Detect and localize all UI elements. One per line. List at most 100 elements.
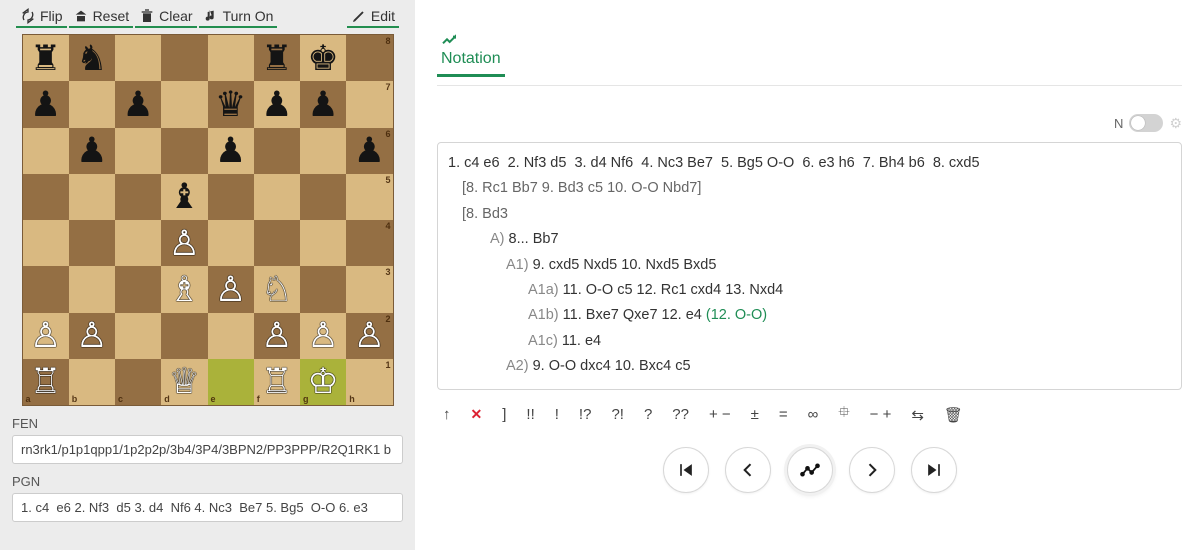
- turn-on-button[interactable]: Turn On: [199, 6, 278, 28]
- notation-main-line[interactable]: 1.c4e6 2.Nf3d5 3.d4Nf6 4.Nc3Be7 5.Bg5O-O…: [448, 151, 1171, 176]
- notation-variation[interactable]: A2) 9. O-O dxc4 10. Bxc4 c5: [448, 354, 1171, 379]
- square-e7[interactable]: ♛: [208, 81, 254, 127]
- piece-wK[interactable]: ♔: [307, 364, 338, 399]
- square-d3[interactable]: ♗: [161, 266, 207, 312]
- square-b1[interactable]: b: [69, 359, 115, 405]
- square-b3[interactable]: [69, 266, 115, 312]
- piece-bP[interactable]: ♟: [261, 87, 292, 122]
- square-a2[interactable]: ♙: [23, 313, 69, 359]
- brilliant-button[interactable]: !!: [526, 406, 534, 423]
- piece-bR[interactable]: ♜: [30, 41, 61, 76]
- piece-wQ[interactable]: ♕: [169, 364, 200, 399]
- square-g3[interactable]: [300, 266, 346, 312]
- square-e2[interactable]: [208, 313, 254, 359]
- piece-wP[interactable]: ♙: [307, 318, 338, 353]
- piece-bB[interactable]: ♝: [169, 179, 200, 214]
- square-h4[interactable]: 4: [346, 220, 392, 266]
- square-h1[interactable]: 1h: [346, 359, 392, 405]
- square-h3[interactable]: 3: [346, 266, 392, 312]
- square-c2[interactable]: [115, 313, 161, 359]
- square-e3[interactable]: ♙: [208, 266, 254, 312]
- square-g2[interactable]: ♙: [300, 313, 346, 359]
- next-move-button[interactable]: [849, 447, 895, 493]
- piece-wP[interactable]: ♙: [215, 272, 246, 307]
- square-g6[interactable]: [300, 128, 346, 174]
- variation-tree-button[interactable]: [787, 447, 833, 493]
- notation-variation[interactable]: A1a) 11. O-O c5 12. Rc1 cxd4 13. Nxd4: [448, 278, 1171, 303]
- square-e8[interactable]: [208, 35, 254, 81]
- square-b2[interactable]: ♙: [69, 313, 115, 359]
- square-e6[interactable]: ♟: [208, 128, 254, 174]
- square-d8[interactable]: [161, 35, 207, 81]
- dubious-button[interactable]: ?!: [611, 406, 624, 423]
- square-d7[interactable]: [161, 81, 207, 127]
- piece-wP[interactable]: ♙: [354, 318, 385, 353]
- square-a7[interactable]: ♟: [23, 81, 69, 127]
- square-b5[interactable]: [69, 174, 115, 220]
- equal-button[interactable]: =: [779, 406, 788, 423]
- piece-wR[interactable]: ♖: [30, 364, 61, 399]
- tab-notation[interactable]: Notation: [437, 30, 505, 77]
- notation-variation[interactable]: A1) 9. cxd5 Nxd5 10. Nxd5 Bxd5: [448, 253, 1171, 278]
- good-move-button[interactable]: !: [555, 406, 559, 423]
- square-e4[interactable]: [208, 220, 254, 266]
- piece-bN[interactable]: ♞: [76, 41, 107, 76]
- notation-variation[interactable]: [8. Bd3: [448, 202, 1171, 227]
- black-winning-button[interactable]: − +: [870, 406, 892, 423]
- white-winning-button[interactable]: + −: [709, 406, 731, 423]
- square-f6[interactable]: [254, 128, 300, 174]
- square-d6[interactable]: [161, 128, 207, 174]
- unclear-button[interactable]: ∞: [808, 406, 819, 423]
- white-better-button[interactable]: ±: [751, 406, 759, 423]
- square-b8[interactable]: ♞: [69, 35, 115, 81]
- square-b4[interactable]: [69, 220, 115, 266]
- piece-bR[interactable]: ♜: [261, 41, 292, 76]
- square-f3[interactable]: ♘: [254, 266, 300, 312]
- square-a5[interactable]: [23, 174, 69, 220]
- square-a1[interactable]: a♖: [23, 359, 69, 405]
- piece-wR[interactable]: ♖: [261, 364, 292, 399]
- fen-input[interactable]: [12, 435, 403, 464]
- piece-bP[interactable]: ♟: [122, 87, 153, 122]
- notation-variation[interactable]: [8. Rc1 Bb7 9. Bd3 c5 10. O-O Nbd7]: [448, 176, 1171, 201]
- square-c3[interactable]: [115, 266, 161, 312]
- chessboard[interactable]: ♜♞♜♚8♟♟♛♟♟7♟♟6♟♝5♙4♗♙♘3♙♙♙♙2♙a♖bcd♕ef♖g♔…: [22, 34, 394, 406]
- square-d4[interactable]: ♙: [161, 220, 207, 266]
- promote-variation-button[interactable]: ↑: [443, 406, 451, 423]
- piece-bP[interactable]: ♟: [76, 133, 107, 168]
- square-f7[interactable]: ♟: [254, 81, 300, 127]
- clear-annot-button[interactable]: 🗑: [944, 406, 963, 424]
- square-h7[interactable]: 7: [346, 81, 392, 127]
- square-d5[interactable]: ♝: [161, 174, 207, 220]
- square-c5[interactable]: [115, 174, 161, 220]
- square-e5[interactable]: [208, 174, 254, 220]
- square-g1[interactable]: g♔: [300, 359, 346, 405]
- square-c7[interactable]: ♟: [115, 81, 161, 127]
- piece-bP[interactable]: ♟: [215, 133, 246, 168]
- square-a8[interactable]: ♜: [23, 35, 69, 81]
- piece-bK[interactable]: ♚: [307, 41, 338, 76]
- compensation-button[interactable]: ⯐: [838, 402, 849, 427]
- close-bracket-button[interactable]: ]: [502, 406, 506, 423]
- square-g4[interactable]: [300, 220, 346, 266]
- square-b7[interactable]: [69, 81, 115, 127]
- edit-button[interactable]: Edit: [347, 6, 399, 28]
- swap-button[interactable]: ⇆: [911, 406, 924, 424]
- piece-wP[interactable]: ♙: [30, 318, 61, 353]
- piece-bP[interactable]: ♟: [30, 87, 61, 122]
- piece-wP[interactable]: ♙: [261, 318, 292, 353]
- piece-wB[interactable]: ♗: [169, 272, 200, 307]
- square-c1[interactable]: c: [115, 359, 161, 405]
- square-g5[interactable]: [300, 174, 346, 220]
- square-g8[interactable]: ♚: [300, 35, 346, 81]
- square-d1[interactable]: d♕: [161, 359, 207, 405]
- square-b6[interactable]: ♟: [69, 128, 115, 174]
- square-f2[interactable]: ♙: [254, 313, 300, 359]
- square-a4[interactable]: [23, 220, 69, 266]
- clear-button[interactable]: Clear: [135, 6, 196, 28]
- square-f4[interactable]: [254, 220, 300, 266]
- piece-bQ[interactable]: ♛: [215, 87, 246, 122]
- pgn-input[interactable]: [12, 493, 403, 522]
- blunder-button[interactable]: ??: [672, 406, 689, 423]
- square-a3[interactable]: [23, 266, 69, 312]
